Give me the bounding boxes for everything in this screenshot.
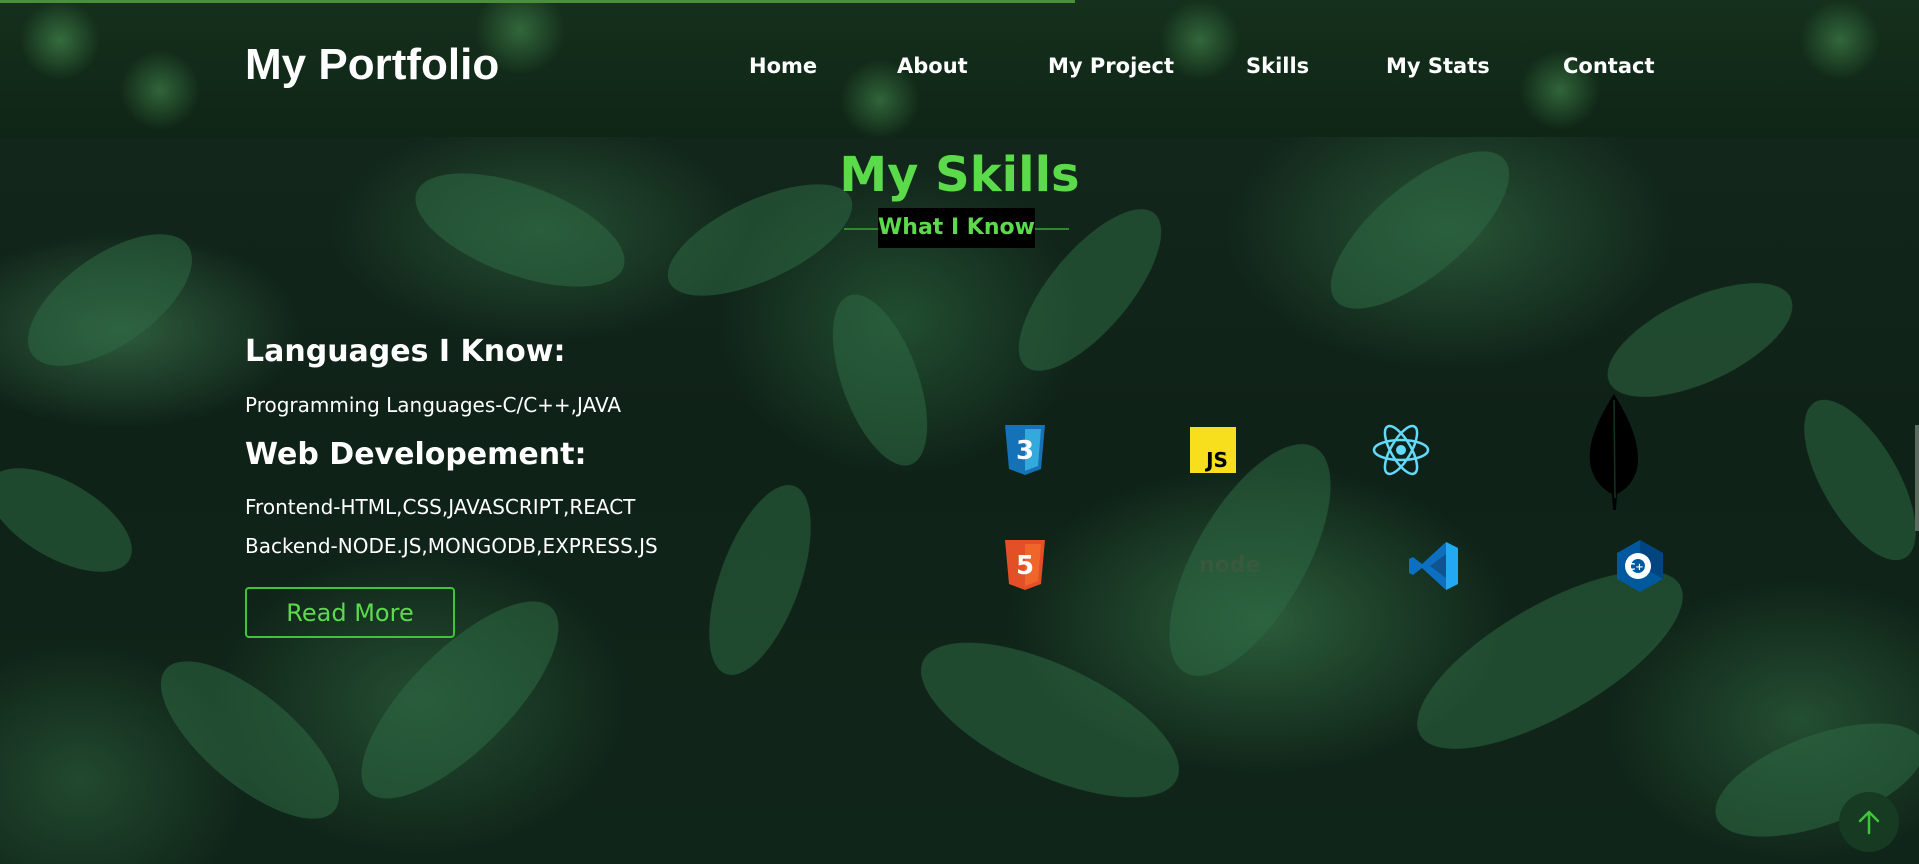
nav-skills[interactable]: Skills — [1246, 54, 1309, 78]
scrollbar-thumb[interactable] — [1915, 425, 1919, 531]
html5-icon: 5 — [1003, 540, 1047, 594]
nav-my-stats[interactable]: My Stats — [1386, 54, 1490, 78]
cplusplus-icon: C++ — [1614, 538, 1666, 598]
mongodb-icon — [1586, 394, 1642, 514]
react-icon — [1372, 423, 1430, 481]
read-more-button[interactable]: Read More — [245, 587, 455, 638]
cpp-label: C++ — [1628, 562, 1652, 573]
scroll-progress-bar — [0, 0, 1075, 3]
html5-digit: 5 — [1016, 551, 1034, 581]
css3-digit: 3 — [1016, 436, 1034, 466]
arrow-up-icon — [1858, 810, 1880, 835]
site-logo[interactable]: My Portfolio — [245, 40, 499, 90]
site-header: My Portfolio Home About My Project Skill… — [0, 0, 1919, 137]
backend-text: Backend-NODE.JS,MONGODB,EXPRESS.JS — [245, 534, 658, 558]
section-title: My Skills — [839, 147, 1080, 203]
nav-about[interactable]: About — [897, 54, 968, 78]
scroll-to-top-button[interactable] — [1839, 792, 1899, 852]
nav-my-project[interactable]: My Project — [1048, 54, 1174, 78]
nodejs-icon: node — [1199, 550, 1263, 584]
section-subtitle: What I Know — [878, 208, 1035, 248]
vscode-icon — [1408, 540, 1460, 596]
nav-home[interactable]: Home — [749, 54, 817, 78]
frontend-text: Frontend-HTML,CSS,JAVASCRIPT,REACT — [245, 495, 636, 519]
javascript-icon: JS — [1190, 427, 1236, 477]
languages-text: Programming Languages-C/C++,JAVA — [245, 393, 622, 417]
nav-contact[interactable]: Contact — [1563, 54, 1655, 78]
node-label: node — [1199, 553, 1260, 578]
languages-heading: Languages I Know: — [245, 334, 566, 369]
web-dev-heading: Web Developement: — [245, 437, 587, 472]
js-label: JS — [1204, 448, 1228, 472]
css3-icon: 3 — [1003, 425, 1047, 479]
